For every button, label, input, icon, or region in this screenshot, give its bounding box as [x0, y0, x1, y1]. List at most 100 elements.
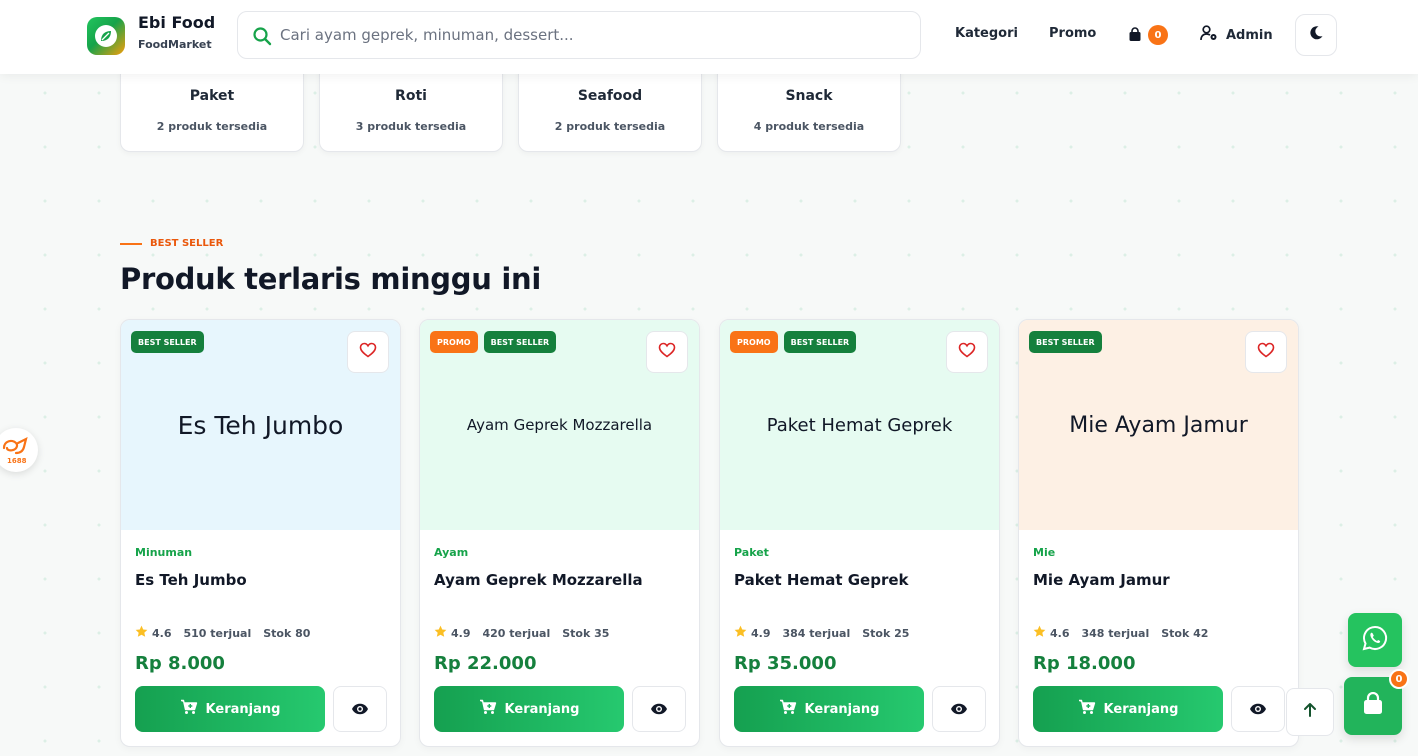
badge-group: PROMO BEST SELLER: [430, 331, 557, 353]
quick-view-button[interactable]: [932, 686, 986, 732]
product-rating: 4.9: [451, 626, 471, 640]
product-price: Rp 18.000: [1033, 653, 1136, 674]
badge-group: BEST SELLER: [131, 331, 204, 353]
cart-button[interactable]: 0: [1126, 24, 1172, 46]
heart-icon: [359, 342, 377, 362]
add-to-cart-label: Keranjang: [1103, 701, 1179, 717]
product-sold: 348 terjual: [1081, 626, 1150, 640]
heart-icon: [658, 342, 676, 362]
favorite-button[interactable]: [946, 331, 988, 373]
quick-view-button[interactable]: [632, 686, 686, 732]
add-to-cart-button[interactable]: Keranjang: [434, 686, 624, 732]
search-icon: [252, 26, 272, 50]
add-to-cart-label: Keranjang: [804, 701, 880, 717]
badge-group: PROMO BEST SELLER: [730, 331, 857, 353]
cart-plus-icon: [1078, 699, 1096, 719]
add-to-cart-button[interactable]: Keranjang: [1033, 686, 1223, 732]
product-name[interactable]: Mie Ayam Jamur: [1033, 571, 1170, 589]
cart-plus-icon: [479, 699, 497, 719]
brand-logo[interactable]: [87, 17, 125, 55]
category-name: Seafood: [577, 88, 643, 104]
promo-badge: PROMO: [430, 331, 478, 353]
product-name[interactable]: Es Teh Jumbo: [135, 571, 247, 589]
leaf-icon: [101, 31, 111, 41]
section-eyebrow: BEST SELLER: [120, 238, 223, 249]
star-icon: [734, 625, 747, 641]
product-name[interactable]: Ayam Geprek Mozzarella: [434, 571, 643, 589]
product-meta: 4.6 348 terjual Stok 42: [1033, 625, 1208, 641]
category-count: 2 produk tersedia: [156, 120, 268, 133]
eye-icon: [950, 700, 968, 719]
product-category[interactable]: Ayam: [434, 546, 468, 559]
cart-plus-icon: [180, 699, 198, 719]
scroll-top-button[interactable]: [1286, 688, 1334, 736]
product-card-paket-hemat-geprek[interactable]: Paket Hemat Geprek PROMO BEST SELLER Pak…: [719, 319, 1000, 747]
product-price: Rp 22.000: [434, 653, 537, 674]
section-title: Produk terlaris minggu ini: [120, 262, 541, 296]
category-count: 3 produk tersedia: [355, 120, 467, 133]
whatsapp-button[interactable]: [1348, 613, 1402, 667]
floating-cart-count-badge: 0: [1389, 669, 1409, 689]
product-category[interactable]: Paket: [734, 546, 769, 559]
quick-view-button[interactable]: [333, 686, 387, 732]
side-tab-logo-text: 1688: [7, 457, 27, 465]
product-sold: 384 terjual: [782, 626, 851, 640]
eye-icon: [351, 700, 369, 719]
product-category[interactable]: Mie: [1033, 546, 1055, 559]
best-seller-badge: BEST SELLER: [131, 331, 204, 353]
star-icon: [1033, 625, 1046, 641]
site-header: Ebi Food FoodMarket Kategori Promo 0: [0, 0, 1418, 74]
product-sold: 420 terjual: [482, 626, 551, 640]
product-card-ayam-geprek-mozzarella[interactable]: Ayam Geprek Mozzarella PROMO BEST SELLER…: [419, 319, 700, 747]
search-input[interactable]: [280, 12, 900, 58]
best-seller-badge: BEST SELLER: [1029, 331, 1102, 353]
product-image-text: Ayam Geprek Mozzarella: [466, 416, 653, 434]
add-to-cart-label: Keranjang: [504, 701, 580, 717]
nav-promo[interactable]: Promo: [1049, 26, 1096, 41]
1688-logo-icon: 1688: [2, 436, 28, 465]
best-seller-badge: BEST SELLER: [483, 331, 557, 353]
product-name[interactable]: Paket Hemat Geprek: [734, 571, 909, 589]
promo-badge: PROMO: [730, 331, 778, 353]
product-category[interactable]: Minuman: [135, 546, 192, 559]
admin-menu[interactable]: Admin: [1200, 24, 1273, 46]
user-gear-icon: [1200, 25, 1218, 45]
search-bar[interactable]: [237, 11, 921, 59]
favorite-button[interactable]: [1245, 331, 1287, 373]
favorite-button[interactable]: [646, 331, 688, 373]
product-image-text: Paket Hemat Geprek: [766, 414, 953, 436]
product-meta: 4.9 420 terjual Stok 35: [434, 625, 609, 641]
product-sold: 510 terjual: [183, 626, 252, 640]
star-icon: [135, 625, 148, 641]
product-price: Rp 35.000: [734, 653, 837, 674]
brand-subtitle: FoodMarket: [138, 38, 212, 51]
shopping-bag-icon: [1362, 691, 1384, 720]
arrow-up-icon: [1302, 702, 1318, 722]
product-meta: 4.6 510 terjual Stok 80: [135, 625, 310, 641]
product-stock: Stok 25: [862, 626, 910, 640]
heart-icon: [1257, 342, 1275, 362]
brand-name[interactable]: Ebi Food: [138, 13, 215, 32]
quick-view-button[interactable]: [1231, 686, 1285, 732]
product-stock: Stok 80: [263, 626, 311, 640]
category-name: Snack: [785, 88, 833, 104]
admin-label: Admin: [1226, 27, 1273, 43]
eyebrow-text: BEST SELLER: [150, 238, 224, 249]
product-rating: 4.6: [152, 626, 172, 640]
heart-icon: [958, 342, 976, 362]
theme-toggle-button[interactable]: [1295, 14, 1337, 56]
shopping-bag-icon: [1128, 27, 1142, 46]
product-price: Rp 8.000: [135, 653, 225, 674]
nav-kategori[interactable]: Kategori: [955, 26, 1018, 41]
favorite-button[interactable]: [347, 331, 389, 373]
category-name: Roti: [395, 88, 427, 104]
side-tab-1688[interactable]: 1688: [0, 428, 38, 472]
add-to-cart-button[interactable]: Keranjang: [734, 686, 924, 732]
product-card-es-teh-jumbo[interactable]: Es Teh Jumbo BEST SELLER Minuman Es Teh …: [120, 319, 401, 747]
cart-plus-icon: [779, 699, 797, 719]
product-card-mie-ayam-jamur[interactable]: Mie Ayam Jamur BEST SELLER Mie Mie Ayam …: [1018, 319, 1299, 747]
product-rating: 4.9: [751, 626, 771, 640]
product-image-text: Es Teh Jumbo: [177, 410, 344, 440]
add-to-cart-button[interactable]: Keranjang: [135, 686, 325, 732]
eye-icon: [1249, 700, 1267, 719]
